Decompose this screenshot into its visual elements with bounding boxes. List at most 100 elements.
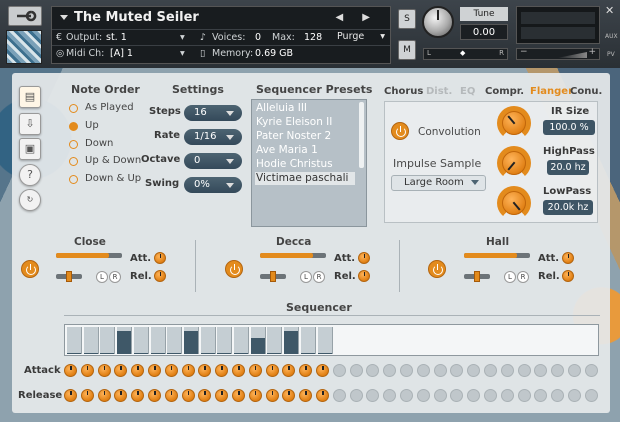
instrument-name[interactable]: The Muted Seiler	[74, 10, 199, 25]
pv-label[interactable]: PV	[607, 51, 615, 58]
mic-close-att-knob[interactable]	[154, 252, 166, 264]
mic-hall-pan-slider[interactable]	[464, 271, 490, 282]
sequencer-step[interactable]	[133, 327, 149, 354]
release-step-knob[interactable]	[467, 389, 481, 402]
release-step-knob[interactable]	[366, 389, 380, 402]
attack-step-knob[interactable]	[568, 364, 581, 377]
tab-compressor[interactable]: Compr.	[485, 86, 524, 97]
sequencer-step[interactable]	[234, 327, 249, 354]
presets-scrollbar[interactable]	[359, 102, 364, 168]
tune-knob[interactable]	[422, 6, 454, 38]
attack-step-knob[interactable]	[400, 364, 413, 377]
mic-close-volume-slider[interactable]	[56, 253, 122, 258]
aux-label[interactable]: AUX	[605, 33, 618, 40]
mic-hall-volume-slider[interactable]	[464, 253, 530, 258]
attack-step-knob[interactable]	[332, 364, 346, 377]
attack-step-knob[interactable]	[484, 364, 497, 377]
attack-step-knob[interactable]	[248, 364, 262, 377]
attack-step-knob[interactable]	[551, 364, 565, 377]
mic-close-pan-slider[interactable]	[56, 271, 82, 282]
sequencer-step[interactable]	[217, 327, 233, 354]
release-step-knob[interactable]	[265, 389, 279, 402]
preset-item[interactable]: Alleluia III	[255, 102, 355, 115]
attack-step-knob[interactable]	[433, 364, 447, 377]
preset-item-selected[interactable]: Victimae paschali	[255, 172, 355, 185]
mic-close-power-icon[interactable]	[21, 260, 39, 278]
release-step-knob[interactable]	[433, 389, 447, 402]
octave-dropdown[interactable]: 0	[184, 153, 242, 169]
mic-decca-att-knob[interactable]	[358, 252, 370, 264]
sequencer-grid[interactable]	[64, 324, 599, 356]
mic-decca-left-button[interactable]: L	[300, 271, 312, 283]
mic-close-right-button[interactable]: R	[109, 271, 121, 283]
tab-chorus[interactable]: Chorus	[384, 86, 423, 97]
attack-step-knob[interactable]	[517, 364, 531, 377]
sequencer-step[interactable]	[167, 327, 183, 354]
release-step-knob[interactable]	[299, 389, 313, 402]
midi-value[interactable]: [A] 1	[110, 48, 133, 59]
release-step-knob[interactable]	[114, 389, 128, 402]
rate-dropdown[interactable]: 1/16	[184, 129, 242, 145]
help-icon[interactable]: ?	[19, 164, 41, 186]
tab-distortion[interactable]: Dist.	[426, 86, 452, 97]
release-step-knob[interactable]	[232, 389, 245, 402]
attack-step-knob[interactable]	[366, 364, 380, 377]
release-step-knob[interactable]	[215, 389, 229, 402]
tab-convolution[interactable]: Conu.	[570, 86, 602, 97]
mic-close-left-button[interactable]: L	[96, 271, 108, 283]
midi-dropdown-icon[interactable]: ▾	[180, 48, 185, 59]
attack-step-knob[interactable]	[450, 364, 464, 377]
sequencer-step[interactable]	[250, 327, 266, 354]
release-step-knob[interactable]	[198, 389, 212, 402]
mic-hall-att-knob[interactable]	[562, 252, 574, 264]
instrument-nav-arrows-icon[interactable]: ◀ ▶	[335, 12, 378, 23]
close-icon[interactable]: ✕	[605, 4, 614, 17]
attack-step-knob[interactable]	[500, 364, 514, 377]
attack-step-knob[interactable]	[299, 364, 313, 377]
save-icon[interactable]: ▣	[19, 138, 41, 160]
attack-step-knob[interactable]	[316, 364, 329, 377]
attack-step-knob[interactable]	[349, 364, 363, 377]
mic-decca-power-icon[interactable]	[225, 260, 243, 278]
attack-step-knob[interactable]	[97, 364, 111, 377]
sequencer-step[interactable]	[67, 327, 82, 354]
highpass-knob[interactable]	[497, 146, 531, 180]
attack-step-knob[interactable]	[467, 364, 481, 377]
release-step-knob[interactable]	[181, 389, 195, 402]
output-value[interactable]: st. 1	[106, 32, 127, 43]
mute-button[interactable]: M	[398, 40, 416, 60]
attack-step-knob[interactable]	[232, 364, 245, 377]
preset-item[interactable]: Pater Noster 2	[255, 130, 355, 143]
attack-step-knob[interactable]	[164, 364, 178, 377]
instrument-icon[interactable]	[6, 30, 42, 64]
attack-step-knob[interactable]	[282, 364, 296, 377]
tab-flanger[interactable]: Flanger	[530, 86, 573, 97]
attack-step-knob[interactable]	[383, 364, 397, 377]
release-step-knob[interactable]	[400, 389, 413, 402]
release-step-knob[interactable]	[534, 389, 548, 402]
release-step-knob[interactable]	[349, 389, 363, 402]
lowpass-knob[interactable]	[497, 186, 531, 220]
release-step-knob[interactable]	[484, 389, 497, 402]
document-icon[interactable]: ▤	[19, 86, 41, 108]
release-step-knob[interactable]	[450, 389, 464, 402]
attack-step-knob[interactable]	[215, 364, 229, 377]
purge-dropdown[interactable]: Purge ▾	[334, 31, 389, 45]
ir-size-knob[interactable]	[497, 106, 531, 140]
lowpass-value[interactable]: 20.0k hz	[543, 200, 593, 215]
download-icon[interactable]: ⇩	[19, 113, 41, 135]
sequencer-step[interactable]	[317, 327, 333, 354]
mic-decca-rel-knob[interactable]	[358, 270, 370, 282]
attack-step-knob[interactable]	[131, 364, 145, 377]
attack-step-knob[interactable]	[416, 364, 430, 377]
sequencer-step[interactable]	[83, 327, 99, 354]
release-step-knob[interactable]	[97, 389, 111, 402]
pan-slider[interactable]: L ◆ R	[423, 48, 508, 60]
sequencer-step[interactable]	[284, 327, 300, 354]
mic-hall-power-icon[interactable]	[428, 260, 446, 278]
tune-value[interactable]: 0.00	[460, 24, 508, 40]
mic-hall-right-button[interactable]: R	[517, 271, 529, 283]
ir-size-value[interactable]: 100.0 %	[543, 120, 595, 135]
highpass-value[interactable]: 20.0 hz	[547, 160, 589, 175]
steps-dropdown[interactable]: 16	[184, 105, 242, 121]
